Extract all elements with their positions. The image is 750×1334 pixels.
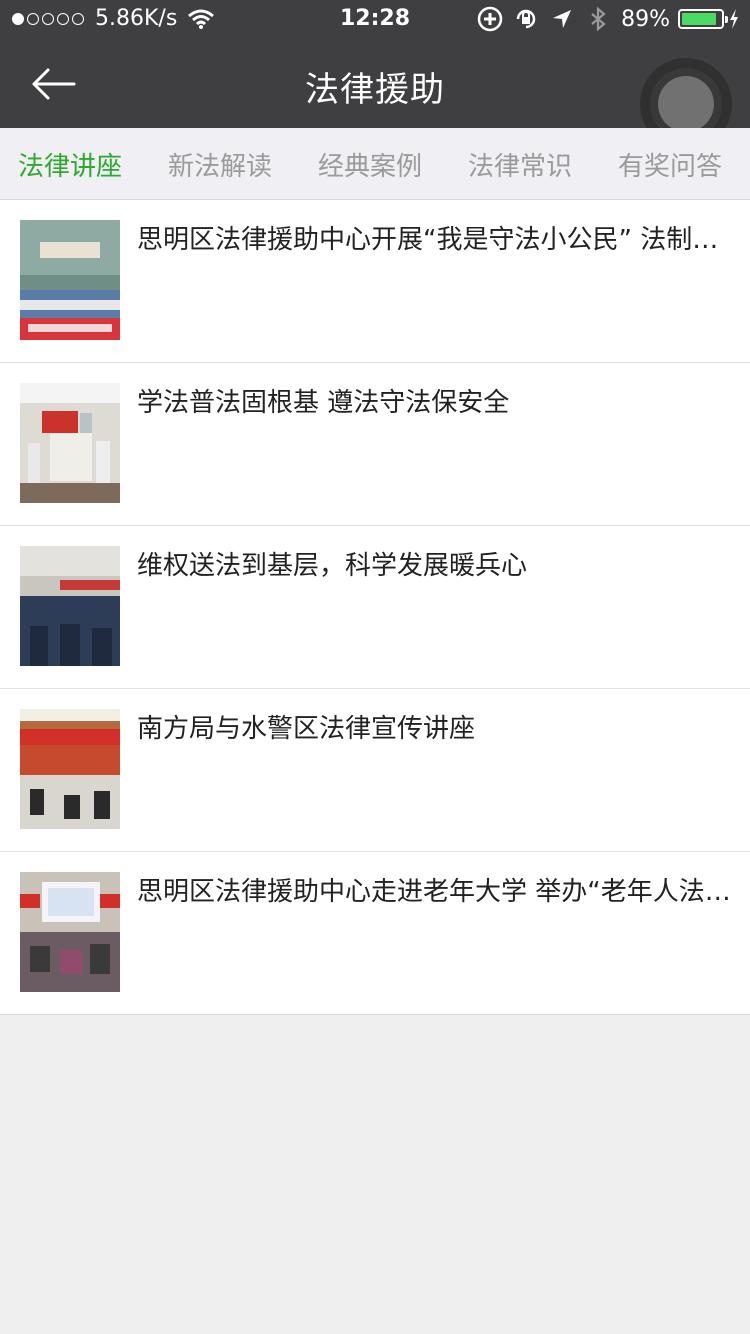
list-item[interactable]: 思明区法律援助中心开展“我是守法小公民” 法制安全夏令营活动: [0, 200, 750, 363]
battery-icon: [678, 9, 728, 29]
battery-fill: [682, 13, 716, 25]
top-bar: 5.86K/s 12:28 89% 法律援助: [0, 0, 750, 150]
tab-new-law-interpretation[interactable]: 新法解读: [168, 146, 272, 183]
page-title: 法律援助: [305, 70, 445, 110]
navigation-bar: 法律援助: [0, 40, 750, 150]
thumbnail-image: [20, 383, 120, 503]
article-thumbnail: [20, 709, 120, 829]
thumbnail-image: [20, 872, 120, 992]
thumbnail-image: [20, 546, 120, 666]
tab-legal-knowledge[interactable]: 法律常识: [468, 146, 572, 183]
thumbnail-image: [20, 709, 120, 829]
article-title: 维权送法到基层，科学发展暖兵心: [137, 551, 528, 581]
list-item[interactable]: 学法普法固根基 遵法守法保安全: [0, 363, 750, 526]
status-bar: 5.86K/s 12:28 89%: [0, 0, 750, 40]
article-thumbnail: [20, 383, 120, 503]
rotation-lock-icon: [516, 9, 536, 29]
bluetooth-icon: [591, 6, 606, 32]
article-title: 思明区法律援助中心走进老年大学 举办“老年人法律知识讲座”: [137, 877, 732, 907]
add-circle-icon: [477, 6, 503, 32]
article-thumbnail: [20, 220, 120, 340]
list-item[interactable]: 思明区法律援助中心走进老年大学 举办“老年人法律知识讲座”: [0, 852, 750, 1015]
list-item[interactable]: 维权送法到基层，科学发展暖兵心: [0, 526, 750, 689]
tab-prize-quiz[interactable]: 有奖问答: [618, 146, 722, 183]
tab-law-lectures[interactable]: 法律讲座: [18, 146, 122, 183]
article-title: 南方局与水警区法律宣传讲座: [137, 714, 476, 744]
article-thumbnail: [20, 546, 120, 666]
charging-bolt-icon: [730, 9, 738, 29]
article-thumbnail: [20, 872, 120, 992]
article-title: 学法普法固根基 遵法守法保安全: [137, 388, 510, 418]
battery-percent: 89%: [621, 6, 670, 32]
category-tabs: 法律讲座 新法解读 经典案例 法律常识 有奖问答: [0, 128, 750, 200]
tab-classic-cases[interactable]: 经典案例: [318, 146, 422, 183]
thumbnail-image: [20, 220, 120, 340]
app-screen: 5.86K/s 12:28 89% 法律援助 法律讲座 新法解读 经典案例 法律…: [0, 0, 750, 1334]
article-title: 思明区法律援助中心开展“我是守法小公民” 法制安全夏令营活动: [137, 225, 732, 255]
article-list: 思明区法律援助中心开展“我是守法小公民” 法制安全夏令营活动 学法普法固根基 遵…: [0, 200, 750, 1015]
location-arrow-icon: [553, 10, 572, 28]
status-right: 89%: [477, 6, 740, 32]
list-item[interactable]: 南方局与水警区法律宣传讲座: [0, 689, 750, 852]
